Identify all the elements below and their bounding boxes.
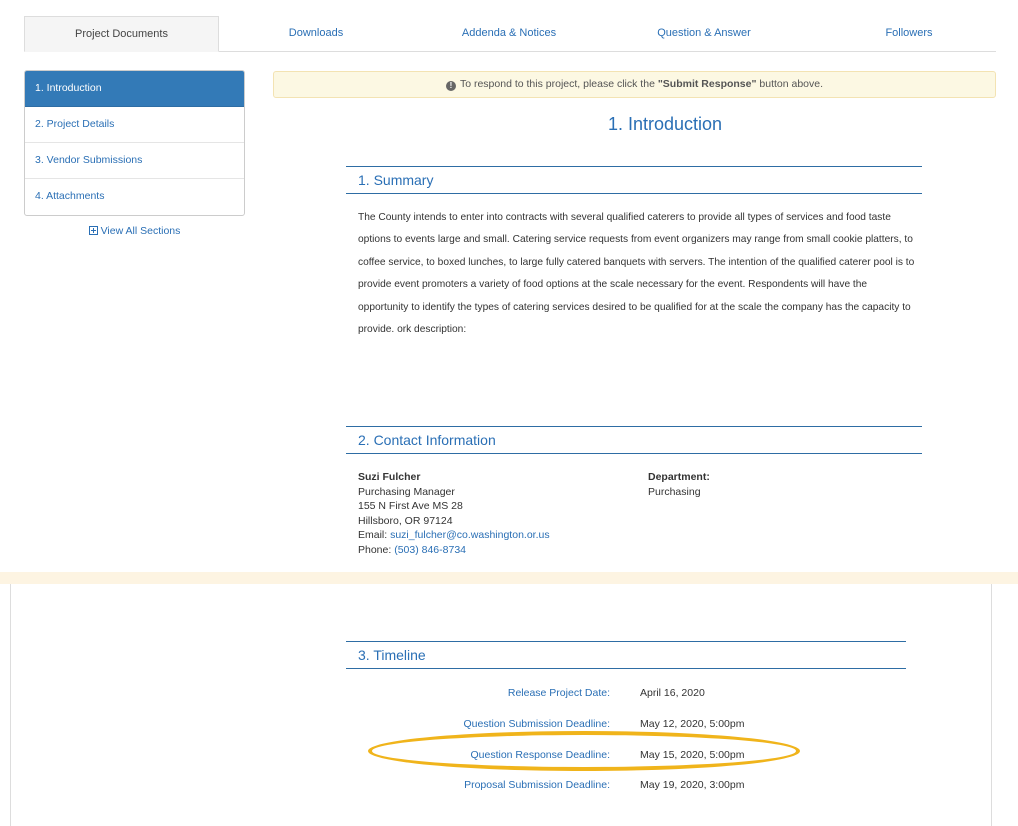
screenshot-seam	[0, 572, 1018, 584]
tab-followers[interactable]: Followers	[844, 16, 974, 52]
phone-link[interactable]: (503) 846-8734	[394, 544, 466, 556]
view-all-label: View All Sections	[100, 225, 181, 237]
summary-body: The County intends to enter into contrac…	[358, 212, 915, 336]
timeline-row: Proposal Submission Deadline: May 19, 20…	[346, 777, 906, 793]
tab-question-answer[interactable]: Question & Answer	[624, 16, 784, 52]
info-icon: !	[445, 81, 456, 91]
timeline-label: Question Submission Deadline:	[463, 718, 611, 730]
email-label: Email:	[358, 529, 391, 541]
contact-address-line2: Hillsboro, OR 97124	[358, 514, 453, 527]
contact-name: Suzi Fulcher	[358, 471, 421, 483]
contact-address-line1: 155 N First Ave MS 28	[358, 500, 463, 512]
timeline-value: May 19, 2020, 3:00pm	[640, 779, 745, 791]
notice-suffix: button above.	[756, 78, 824, 90]
department-value: Purchasing	[648, 485, 701, 498]
notice-prefix: To respond to this project, please click…	[459, 78, 658, 90]
sidebar-item-attachments[interactable]: 4. Attachments	[25, 179, 244, 215]
tab-downloads[interactable]: Downloads	[266, 16, 366, 52]
tab-project-documents[interactable]: Project Documents	[24, 16, 219, 52]
contact-title: Purchasing Manager	[358, 485, 455, 498]
respond-notice: ! To respond to this project, please clic…	[273, 71, 996, 98]
summary-heading: 1. Summary	[346, 166, 922, 194]
sidebar-item-project-details[interactable]: 2. Project Details	[25, 107, 244, 143]
tab-addenda-notices[interactable]: Addenda & Notices	[429, 16, 589, 52]
expand-plus-icon	[88, 226, 98, 235]
notice-button-name: "Submit Response"	[657, 78, 757, 90]
contact-details: Suzi Fulcher Purchasing Manager 155 N Fi…	[358, 470, 550, 557]
sidebar-item-introduction[interactable]: 1. Introduction	[25, 71, 244, 107]
timeline-label: Release Project Date:	[507, 687, 610, 699]
contact-phone-row: Phone: (503) 846-8734	[358, 543, 550, 558]
phone-label: Phone:	[358, 543, 395, 556]
department-info: Department: Purchasing	[648, 470, 710, 499]
sidebar-item-vendor-submissions[interactable]: 3. Vendor Submissions	[25, 143, 244, 179]
timeline-label: Proposal Submission Deadline:	[464, 779, 610, 791]
timeline-row: Release Project Date: April 16, 2020	[346, 685, 906, 701]
timeline-value: April 16, 2020	[640, 687, 705, 699]
highlight-ellipse	[368, 731, 800, 771]
page-title: 1. Introduction	[607, 114, 723, 134]
timeline-heading: 3. Timeline	[346, 641, 906, 669]
department-label: Department:	[648, 471, 710, 483]
timeline-value: May 12, 2020, 5:00pm	[640, 718, 745, 730]
contact-email-row: Email: suzi_fulcher@co.washington.or.us	[358, 528, 550, 543]
document-tabs: Project Documents Downloads Addenda & No…	[24, 16, 996, 52]
section-nav: 1. Introduction 2. Project Details 3. Ve…	[24, 70, 245, 216]
contact-heading: 2. Contact Information	[346, 426, 922, 454]
email-link[interactable]: suzi_fulcher@co.washington.or.us	[390, 529, 550, 541]
view-all-sections-link[interactable]: View All Sections	[24, 225, 245, 237]
timeline-row: Question Submission Deadline: May 12, 20…	[346, 716, 906, 732]
